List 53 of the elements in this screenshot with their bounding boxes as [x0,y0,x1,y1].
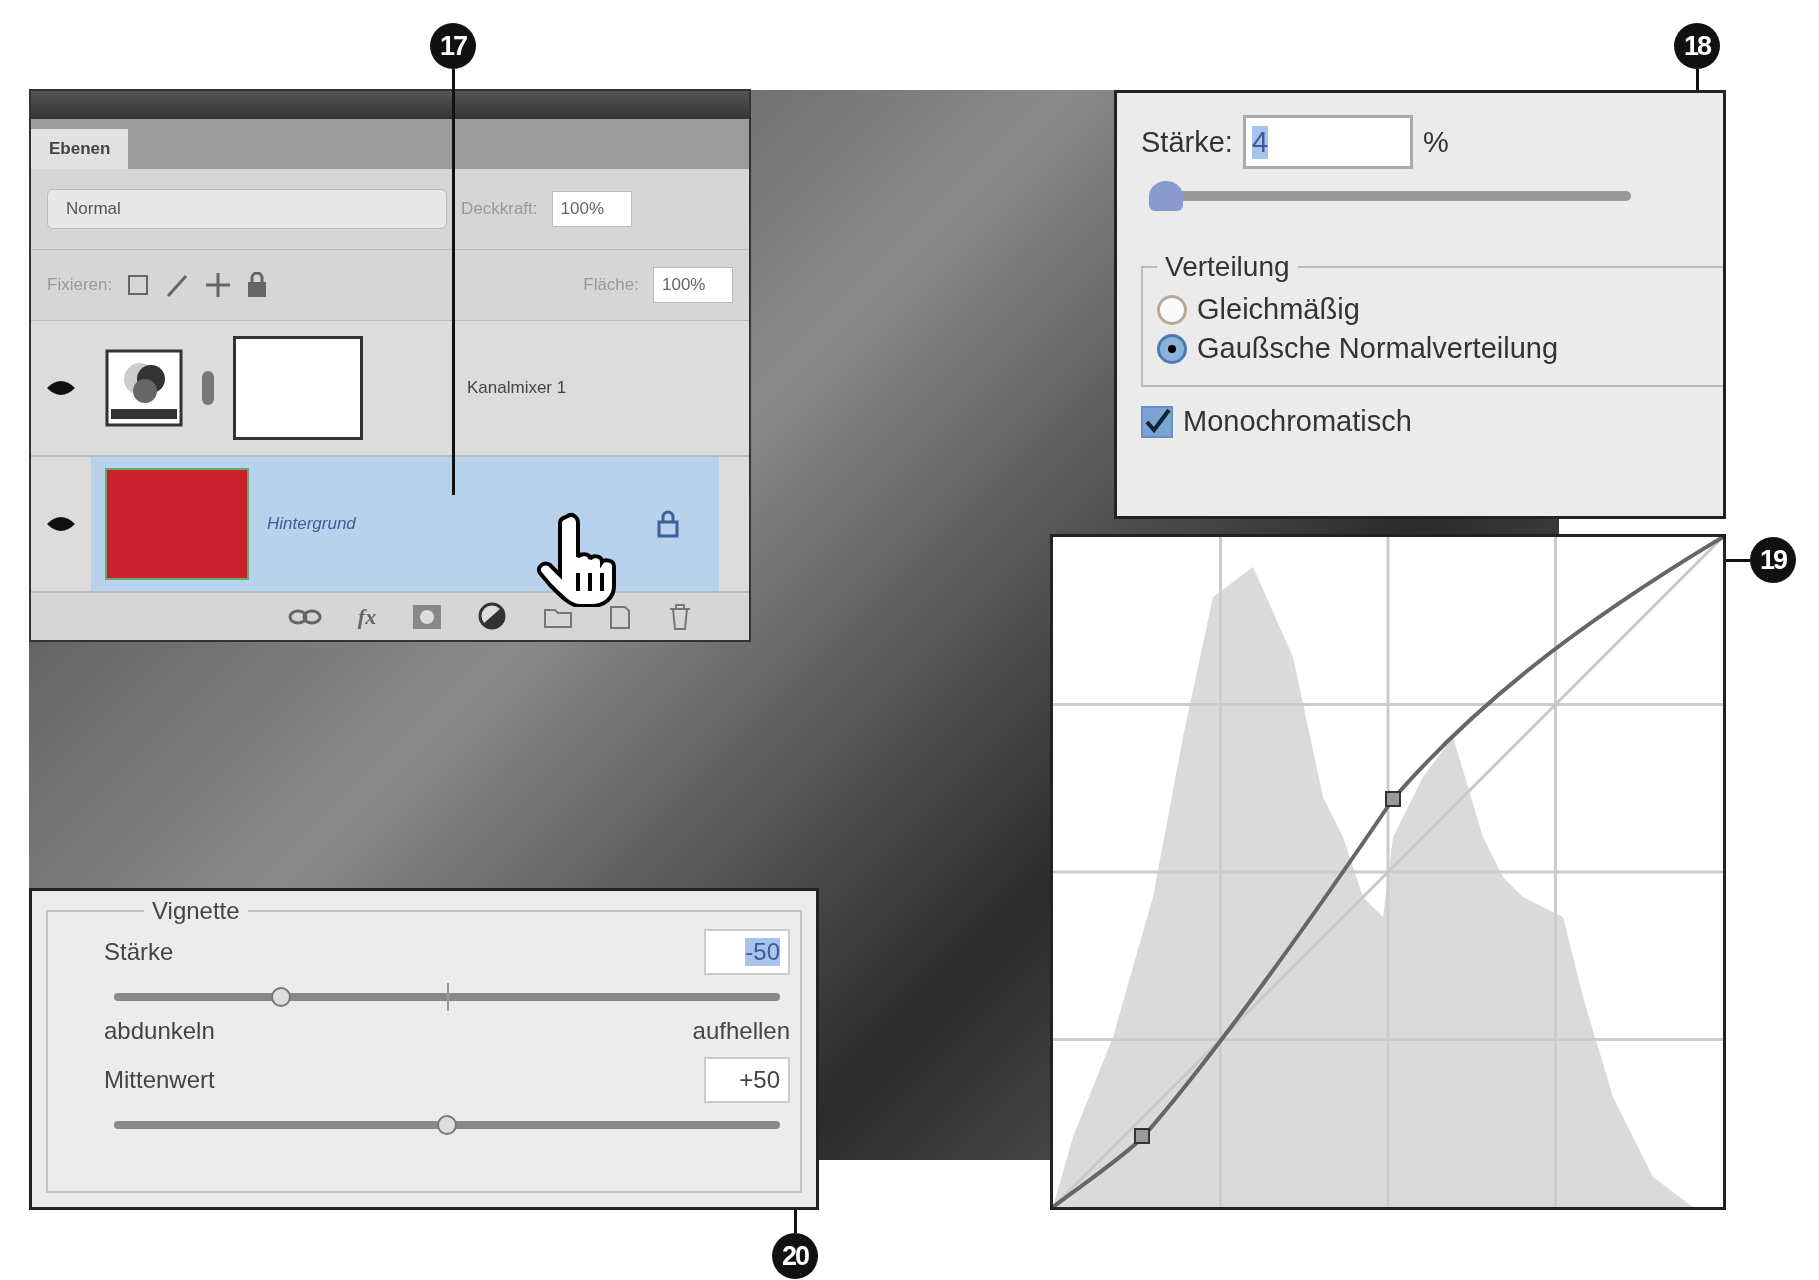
layer-row[interactable]: Hintergrund [31,457,749,593]
eye-icon[interactable] [46,514,76,534]
link-icon[interactable] [201,370,215,406]
curve-point[interactable] [1134,1128,1150,1144]
leader-line [1726,559,1750,562]
amount-label: Stärke: [1141,125,1233,159]
callout-number: 18 [1674,23,1720,69]
move-icon[interactable] [204,271,233,299]
percent-unit: % [1422,125,1449,159]
callout-number: 19 [1750,537,1796,583]
trash-icon[interactable] [668,602,693,631]
leader-line [794,1210,797,1233]
radio-label: Gaußsche Normalverteilung [1197,332,1559,365]
slider-thumb[interactable] [437,1115,457,1135]
leader-line [1696,69,1699,90]
fill-field[interactable]: 100% [653,267,733,303]
lock-icon[interactable] [246,272,269,298]
group-title: Vignette [151,897,241,925]
eye-icon[interactable] [46,378,76,398]
curve-point[interactable] [1385,791,1401,807]
radio-label: Gleichmäßig [1197,293,1360,326]
slider-max-label: aufhellen [692,1017,790,1045]
slider-label: Mittenwert [104,1066,215,1094]
lock-label: Fixieren: [47,275,113,295]
panel-tab[interactable]: Ebenen [31,129,129,169]
checkbox[interactable] [1141,405,1173,438]
layer-row[interactable]: Kanalmixer 1 [31,321,749,457]
layer-name: Hintergrund [267,514,356,534]
callout-number: 20 [772,1233,818,1279]
slider-min-label: abdunkeln [104,1017,215,1045]
slider-label: Stärke [104,938,174,966]
link-icon[interactable] [287,608,322,625]
radio-button[interactable] [1157,333,1187,364]
fx-button[interactable]: fx [357,603,377,630]
opacity-field[interactable]: 100% [551,191,632,227]
checkbox-label: Monochromatisch [1183,405,1412,438]
adjustment-thumbnail-icon [105,349,183,427]
slider-thumb[interactable] [270,987,291,1007]
lock-transparency-icon[interactable] [126,273,151,297]
slider-thumb[interactable] [1148,181,1183,211]
checkmark-icon [1143,407,1171,436]
group-title: Verteilung [1164,251,1291,283]
opacity-label: Deckkraft: [461,199,538,219]
layer-name: Kanalmixer 1 [467,378,567,398]
fill-label: Fläche: [583,275,639,295]
new-layer-icon[interactable] [608,603,633,630]
blend-mode-dropdown[interactable]: Normal [47,189,447,229]
value-field[interactable]: +50 [704,1057,790,1103]
amount-field[interactable]: 4 [1242,115,1413,169]
mask-icon[interactable] [412,603,443,630]
radio-button[interactable] [1157,294,1187,325]
value-field[interactable]: -50 [704,929,790,975]
callout-number: 17 [430,23,476,69]
